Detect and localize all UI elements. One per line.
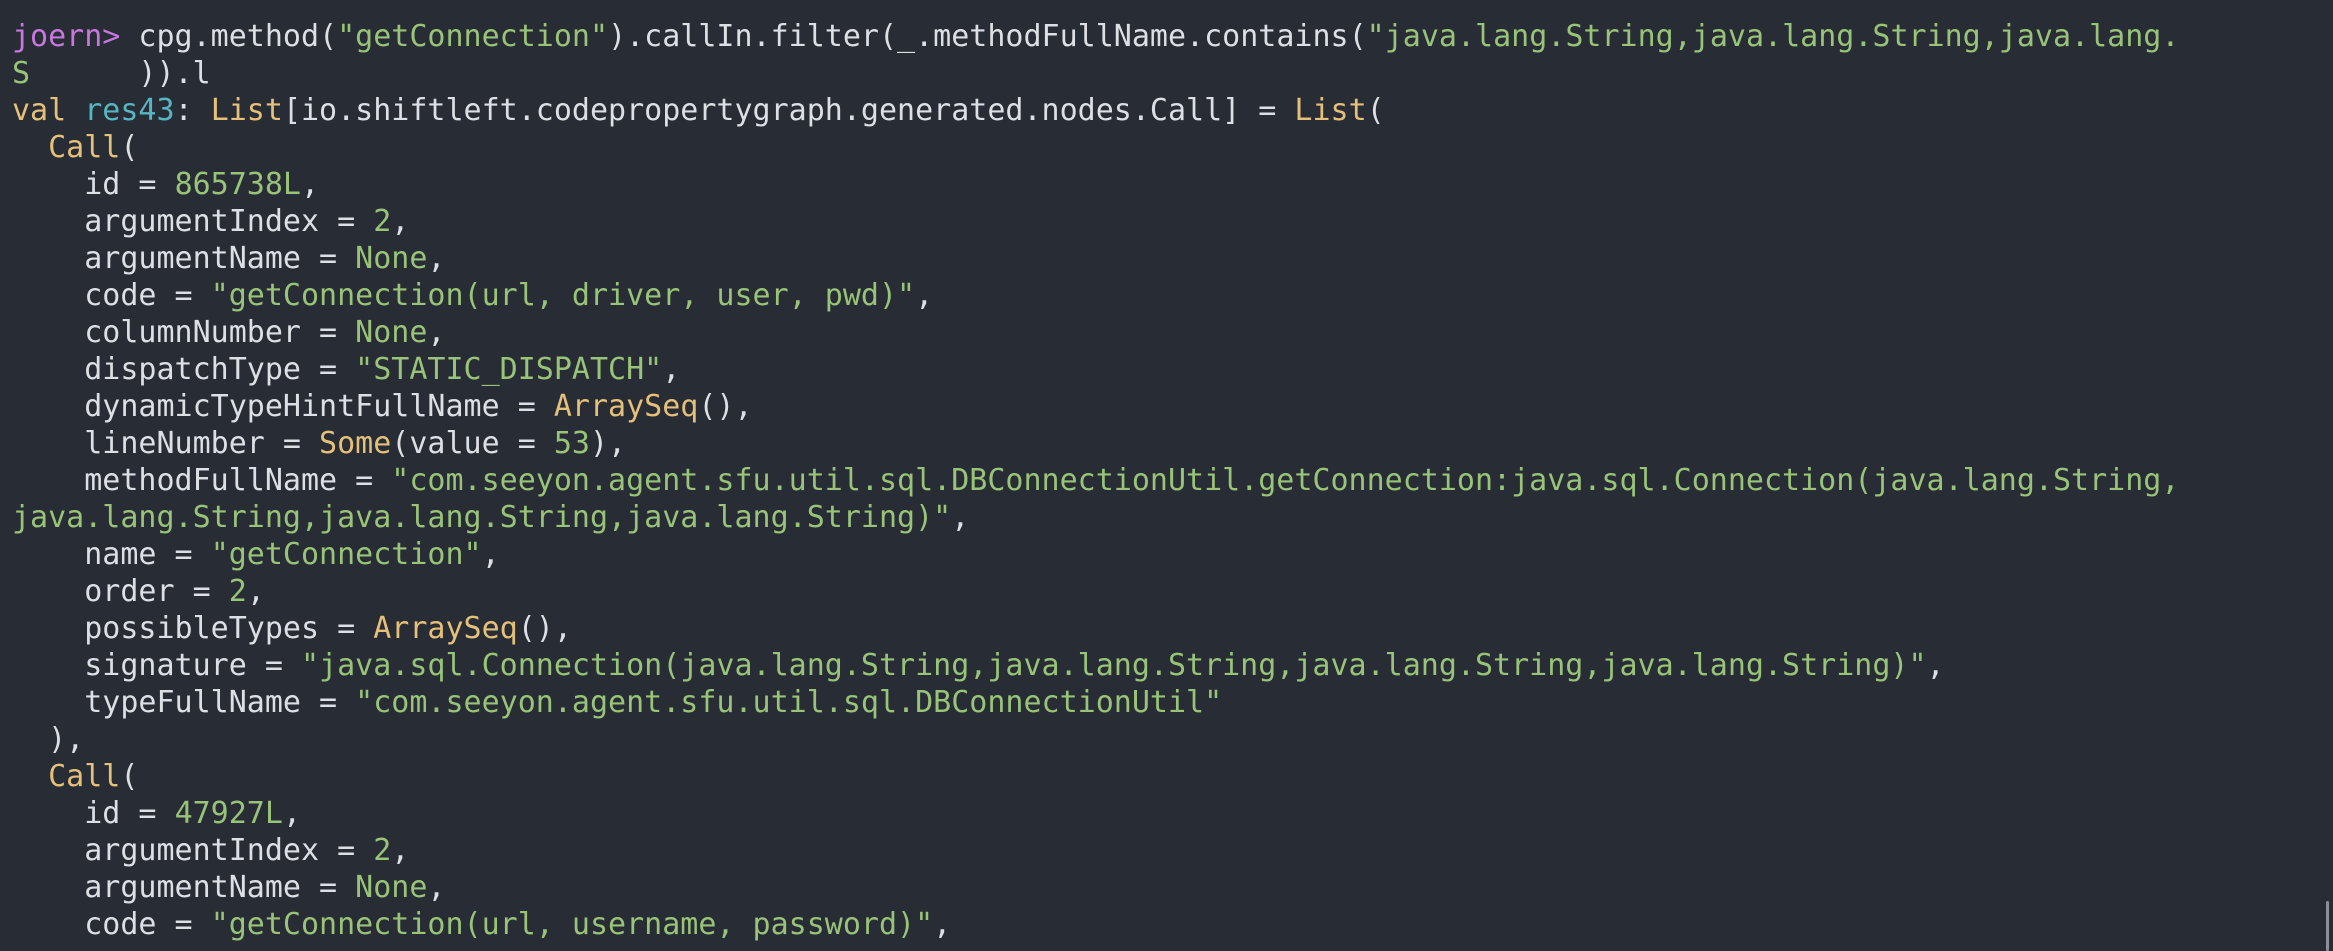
field-code: code = "getConnection(url, driver, user,… bbox=[12, 278, 934, 313]
call-close: ), bbox=[12, 722, 85, 757]
field-argument-name: argumentName = None, bbox=[12, 870, 446, 905]
field-dispatch-type: dispatchType = "STATIC_DISPATCH", bbox=[12, 352, 681, 387]
command-text: cpg.method( bbox=[120, 19, 338, 54]
command-line: joern> cpg.method("getConnection").callI… bbox=[12, 18, 2333, 55]
field-argument-name: argumentName = None, bbox=[12, 241, 446, 276]
field-column-number: columnNumber = None, bbox=[12, 315, 446, 350]
field-line-number: lineNumber = Some(value = 53), bbox=[12, 426, 627, 461]
field-argument-index: argumentIndex = 2, bbox=[12, 833, 410, 868]
field-type-full-name: typeFullName = "com.seeyon.agent.sfu.uti… bbox=[12, 685, 1223, 720]
field-signature: signature = "java.sql.Connection(java.la… bbox=[12, 648, 1945, 683]
field-dynamic-type-hint: dynamicTypeHintFullName = ArraySeq(), bbox=[12, 389, 753, 424]
scrollbar[interactable] bbox=[2326, 901, 2329, 951]
call-label: Call bbox=[48, 130, 121, 165]
field-method-full-name-wrap: java.lang.String,java.lang.String,java.l… bbox=[12, 500, 970, 535]
val-keyword: val bbox=[12, 93, 85, 128]
call-open: Call( bbox=[12, 129, 2333, 166]
open-paren: ( bbox=[120, 759, 139, 794]
id-value: 865738L bbox=[174, 167, 301, 202]
terminal-window[interactable]: joern> cpg.method("getConnection").callI… bbox=[0, 0, 2333, 951]
call-open: Call( bbox=[12, 758, 2333, 795]
field-id: id = 47927L, bbox=[12, 796, 301, 831]
field-possible-types: possibleTypes = ArraySeq(), bbox=[12, 611, 572, 646]
call-label: Call bbox=[48, 759, 121, 794]
open-paren: ( bbox=[120, 130, 139, 165]
command-arg: "getConnection" bbox=[337, 19, 609, 54]
result-name: res43 bbox=[84, 93, 175, 128]
field-id: id = 865738L, bbox=[12, 167, 320, 202]
command-text: )).l bbox=[30, 56, 211, 91]
result-header: val res43: List[io.shiftleft.codepropert… bbox=[12, 92, 2333, 129]
prompt: joern> bbox=[12, 19, 121, 54]
command-line-wrap: S )).l bbox=[12, 55, 2333, 92]
field-name: name = "getConnection", bbox=[12, 537, 500, 572]
field-code: code = "getConnection(url, username, pas… bbox=[12, 907, 952, 942]
command-arg: "java.lang.String,java.lang.String,java.… bbox=[1366, 19, 2180, 54]
field-order: order = 2, bbox=[12, 574, 265, 609]
list-type: List bbox=[210, 93, 283, 128]
id-value: 47927L bbox=[174, 796, 283, 831]
type-param: [io.shiftleft.codepropertygraph.generate… bbox=[282, 93, 1295, 128]
command-arg-wrap: S bbox=[12, 56, 31, 91]
list-constructor: List bbox=[1294, 93, 1367, 128]
result-colon: : bbox=[174, 93, 211, 128]
field-method-full-name: methodFullName = "com.seeyon.agent.sfu.u… bbox=[12, 463, 2180, 498]
command-text: ).callIn.filter(_.methodFullName.contain… bbox=[608, 19, 1367, 54]
field-argument-index: argumentIndex = 2, bbox=[12, 204, 410, 239]
open-paren: ( bbox=[1366, 93, 1385, 128]
